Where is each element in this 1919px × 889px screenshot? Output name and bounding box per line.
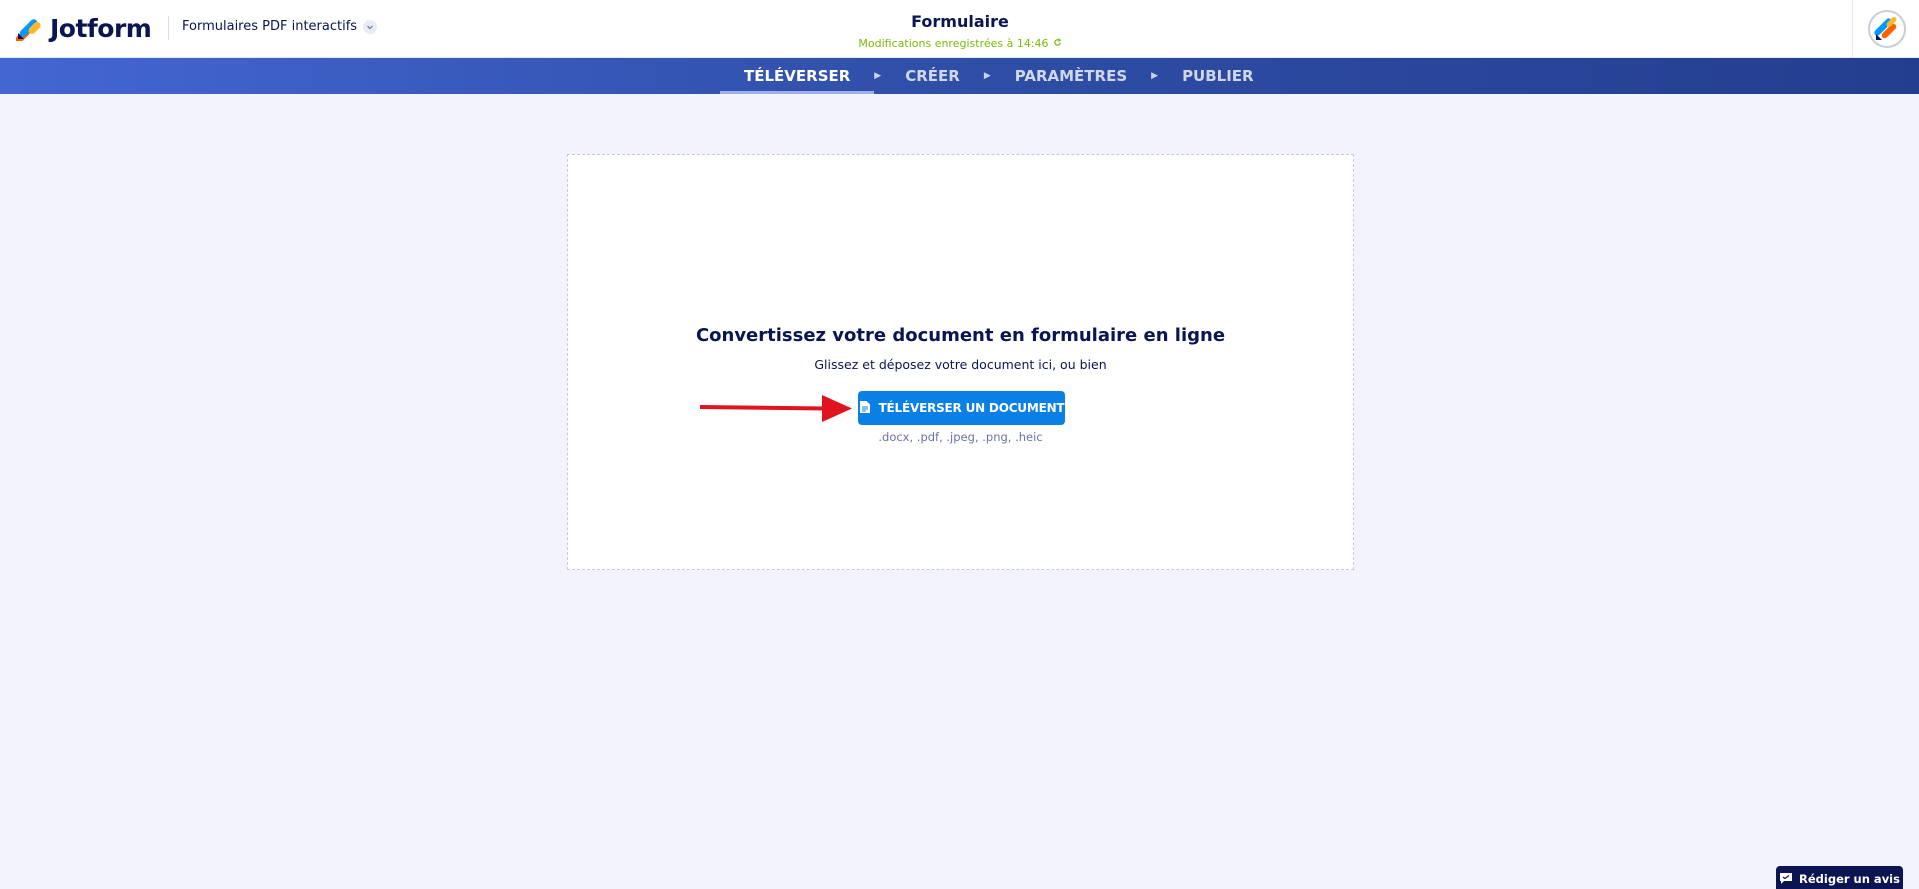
upload-document-button[interactable]: TÉLÉVERSER UN DOCUMENT [858, 391, 1065, 425]
step-arrow-icon: ▶ [1151, 71, 1159, 81]
refresh-icon [1053, 36, 1062, 52]
product-switcher[interactable]: Formulaires PDF interactifs [182, 19, 378, 34]
wizard-nav: TÉLÉVERSER ▶ CRÉER ▶ PARAMÈTRES ▶ PUBLIE… [0, 58, 1919, 94]
wizard-steps: TÉLÉVERSER ▶ CRÉER ▶ PARAMÈTRES ▶ PUBLIE… [720, 58, 1278, 94]
accepted-formats: .docx, .pdf, .jpeg, .png, .heic [878, 430, 1043, 444]
upload-subtitle: Glissez et déposez votre document ici, o… [814, 357, 1107, 372]
pointer-arrow-icon [700, 395, 852, 422]
jotform-logo[interactable]: Jotform [15, 13, 152, 44]
chevron-down-icon [363, 19, 378, 34]
upload-title: Convertissez votre document en formulair… [695, 325, 1226, 346]
step-arrow-icon: ▶ [874, 71, 882, 81]
save-status: Modifications enregistrées à 14:46 [858, 36, 1061, 52]
product-switcher-label: Formulaires PDF interactifs [182, 19, 358, 34]
feedback-button[interactable]: Rédiger un avis [1776, 866, 1903, 889]
tab-upload[interactable]: TÉLÉVERSER [720, 58, 875, 94]
avatar[interactable] [1868, 10, 1906, 48]
upload-button-label: TÉLÉVERSER UN DOCUMENT [878, 401, 1065, 415]
save-status-text: Modifications enregistrées à 14:46 [858, 37, 1049, 50]
tab-create[interactable]: CRÉER [881, 58, 984, 94]
avatar-divider [1852, 0, 1853, 57]
step-arrow-icon: ▶ [983, 71, 991, 81]
form-title[interactable]: Formulaire [760, 12, 1160, 32]
header-divider [168, 16, 169, 40]
feedback-label: Rédiger un avis [1799, 872, 1900, 886]
brand-name: Jotform [50, 13, 152, 43]
feedback-icon [1779, 872, 1793, 888]
jotform-logo-icon [15, 15, 42, 44]
tab-publish[interactable]: PUBLIER [1158, 58, 1278, 94]
top-header: Jotform Formulaires PDF interactifs Form… [0, 0, 1919, 58]
upload-dropzone[interactable]: Convertissez votre document en formulair… [567, 154, 1354, 570]
form-title-block: Formulaire Modifications enregistrées à … [760, 12, 1160, 52]
document-icon [859, 400, 871, 417]
tab-settings[interactable]: PARAMÈTRES [991, 58, 1151, 94]
